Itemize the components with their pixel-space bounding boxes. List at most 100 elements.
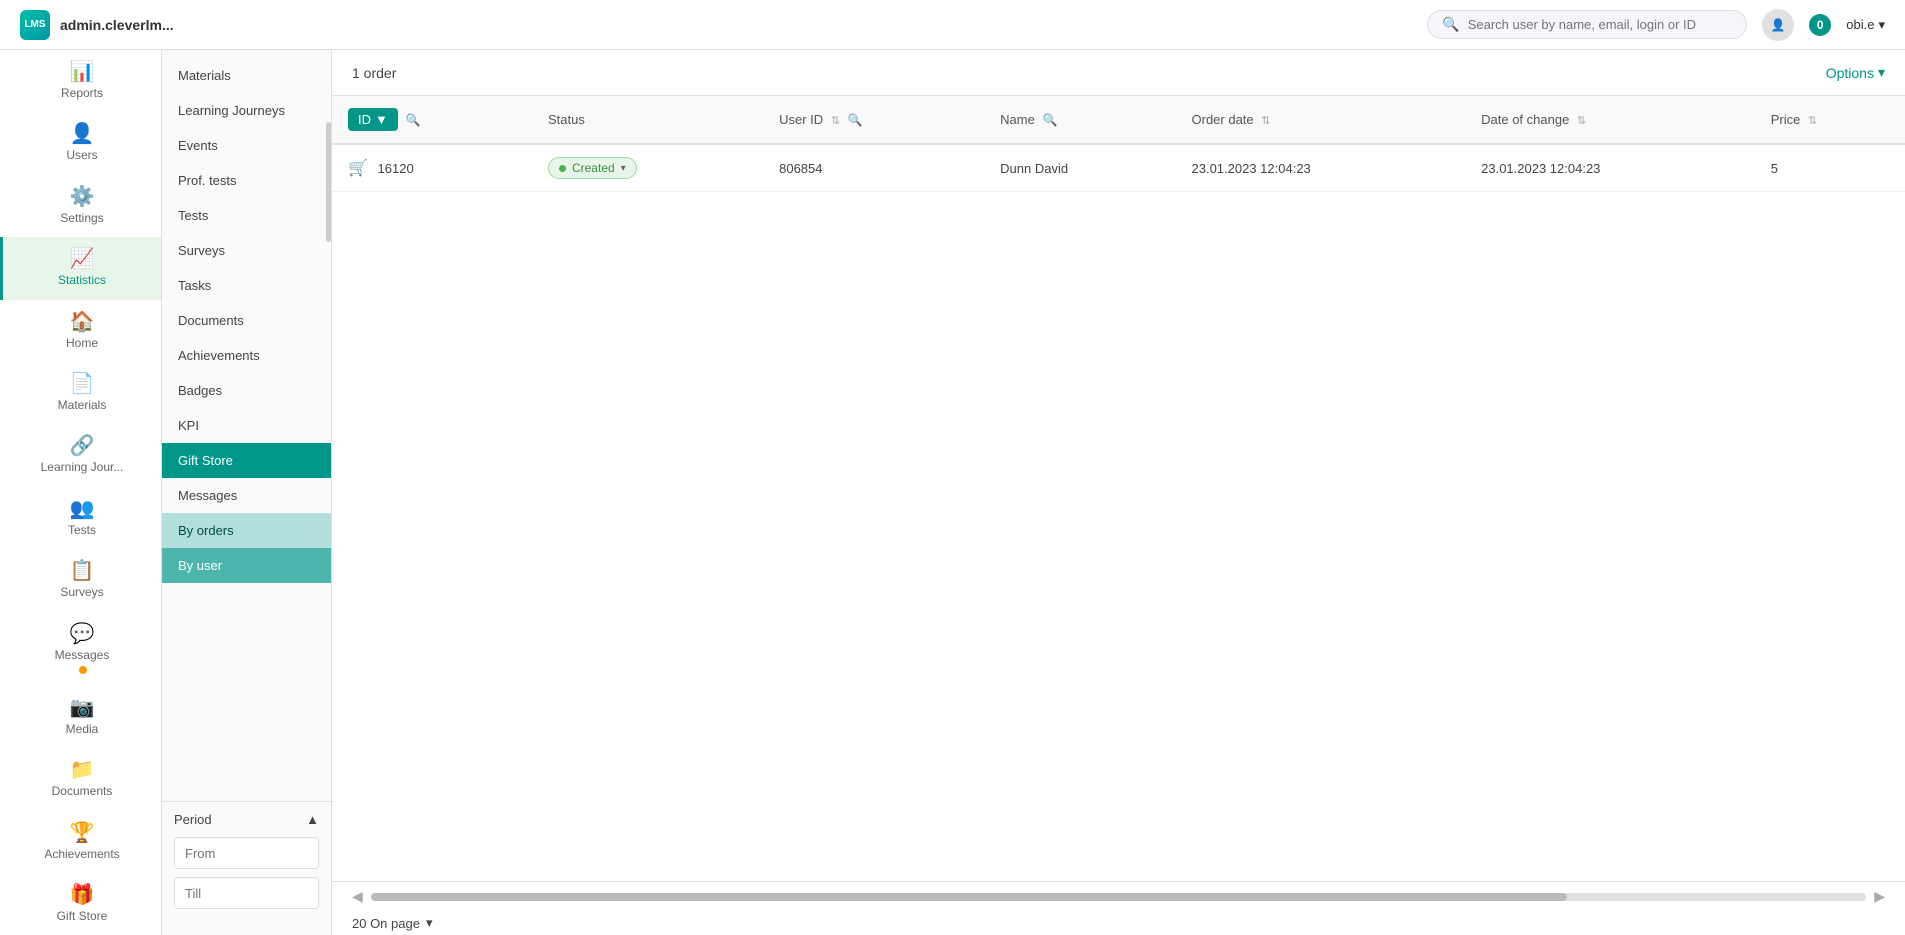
table-row: 🛒 16120 Created ▾ 806854 Dunn David 23.0… [332,144,1905,192]
sidebar-item-reports[interactable]: 📊 Reports [0,50,161,112]
secondary-item-learning-journeys[interactable]: Learning Journeys [162,93,331,128]
sidebar-item-messages[interactable]: 💬 Messages [0,612,161,686]
secondary-item-tasks[interactable]: Tasks [162,268,331,303]
date-change-sort-icon[interactable]: ⇅ [1577,115,1586,127]
home-icon: 🏠 [70,312,95,332]
scrollbar-row: ◀ ▶ [332,882,1905,911]
id-search-icon[interactable]: 🔍 [406,113,421,127]
sidebar-label-tests: Tests [68,523,96,537]
achievements-icon: 🏆 [70,823,95,843]
lms-logo: LMS [20,10,50,40]
cell-status: Created ▾ [532,144,763,192]
scroll-right-icon[interactable]: ▶ [1874,888,1885,905]
sidebar-item-statistics[interactable]: 📈 Statistics [0,237,161,299]
orders-table: ID ▼ 🔍 Status User ID ⇅ 🔍 Name 🔍 [332,96,1905,192]
sidebar: 📊 Reports 👤 Users ⚙️ Settings 📈 Statisti… [0,50,162,935]
column-status: Status [532,96,763,144]
per-page-selector[interactable]: 20 On page ▾ [352,915,432,931]
period-section: Period ▲ 📅 📅 [162,801,331,927]
search-icon: 🔍 [1442,16,1459,33]
column-name[interactable]: Name 🔍 [984,96,1175,144]
per-page-label: 20 On page [352,916,420,931]
sidebar-item-documents[interactable]: 📁 Documents [0,748,161,810]
price-sort-icon[interactable]: ⇅ [1808,115,1817,127]
chevron-down-icon: ▾ [1878,17,1885,33]
user-id-search-icon[interactable]: 🔍 [848,113,863,127]
documents-icon: 📁 [70,760,95,780]
period-header[interactable]: Period ▲ [174,812,319,827]
sidebar-item-users[interactable]: 👤 Users [0,112,161,174]
secondary-item-documents[interactable]: Documents [162,303,331,338]
content-header: 1 order Options ▾ [332,50,1905,96]
sidebar-item-materials[interactable]: 📄 Materials [0,362,161,424]
secondary-item-prof-tests[interactable]: Prof. tests [162,163,331,198]
search-input[interactable] [1468,17,1733,32]
sidebar-label-statistics: Statistics [58,273,106,287]
cell-name: Dunn David [984,144,1175,192]
column-user-id[interactable]: User ID ⇅ 🔍 [763,96,984,144]
order-date-sort-icon[interactable]: ⇅ [1261,115,1270,127]
sidebar-item-tests[interactable]: 👥 Tests [0,487,161,549]
status-badge[interactable]: Created ▾ [548,157,637,179]
till-date-input[interactable] [185,886,332,901]
status-chevron-icon[interactable]: ▾ [621,163,626,174]
column-order-date[interactable]: Order date ⇅ [1176,96,1466,144]
from-date-input[interactable] [185,846,332,861]
sub-item-by-user[interactable]: By user [162,548,331,583]
cart-icon: 🛒 [348,160,368,177]
main-content: 1 order Options ▾ ID ▼ 🔍 Sta [332,50,1905,935]
per-page-chevron-icon: ▾ [426,915,433,931]
sidebar-item-settings[interactable]: ⚙️ Settings [0,175,161,237]
user-notification-badge: 0 [1809,14,1831,36]
gift-store-icon: 🎁 [70,885,95,905]
secondary-item-kpi[interactable]: KPI [162,408,331,443]
sidebar-label-documents: Documents [52,784,113,798]
user-name-dropdown[interactable]: obi.e ▾ [1846,17,1885,33]
secondary-item-tests[interactable]: Tests [162,198,331,233]
till-date-input-container[interactable]: 📅 [174,877,319,909]
tests-icon: 👥 [70,499,95,519]
options-button[interactable]: Options ▾ [1826,64,1885,81]
cell-date-of-change: 23.01.2023 12:04:23 [1465,144,1755,192]
bottom-bar: ◀ ▶ 20 On page ▾ [332,881,1905,935]
sidebar-item-learning-journeys[interactable]: 🔗 Learning Jour... [0,424,161,486]
sort-arrow-icon: ▼ [375,112,388,127]
sidebar-item-media[interactable]: 📷 Media [0,686,161,748]
secondary-item-events[interactable]: Events [162,128,331,163]
from-date-input-container[interactable]: 📅 [174,837,319,869]
sidebar-item-surveys[interactable]: 📋 Surveys [0,549,161,611]
materials-icon: 📄 [70,374,95,394]
sub-item-by-orders[interactable]: By orders [162,513,331,548]
secondary-item-gift-store[interactable]: Gift Store [162,443,331,478]
sidebar-item-home[interactable]: 🏠 Home [0,300,161,362]
column-price[interactable]: Price ⇅ [1755,96,1905,144]
search-bar[interactable]: 🔍 [1427,10,1747,39]
table-header-row: ID ▼ 🔍 Status User ID ⇅ 🔍 Name 🔍 [332,96,1905,144]
secondary-item-achievements[interactable]: Achievements [162,338,331,373]
table-container: ID ▼ 🔍 Status User ID ⇅ 🔍 Name 🔍 [332,96,1905,881]
main-layout: 📊 Reports 👤 Users ⚙️ Settings 📈 Statisti… [0,50,1905,935]
order-id-value: 16120 [378,161,414,176]
secondary-item-materials[interactable]: Materials [162,58,331,93]
sidebar-scrollbar[interactable] [326,122,331,242]
secondary-item-messages[interactable]: Messages [162,478,331,513]
sidebar-label-settings: Settings [60,211,103,225]
column-date-of-change[interactable]: Date of change ⇅ [1465,96,1755,144]
column-id[interactable]: ID ▼ 🔍 [332,96,532,144]
sidebar-item-gift-store[interactable]: 🎁 Gift Store [0,873,161,935]
secondary-item-surveys[interactable]: Surveys [162,233,331,268]
period-collapse-icon: ▲ [306,812,319,827]
sidebar-label-achievements: Achievements [44,847,119,861]
horizontal-scrollbar[interactable] [371,893,1866,901]
topbar: LMS admin.cleverlm... 🔍 👤 0 obi.e ▾ [0,0,1905,50]
settings-icon: ⚙️ [70,187,95,207]
users-icon: 👤 [70,124,95,144]
user-id-sort-icon[interactable]: ⇅ [831,115,840,127]
surveys-icon: 📋 [70,561,95,581]
scroll-left-icon[interactable]: ◀ [352,888,363,905]
secondary-item-badges[interactable]: Badges [162,373,331,408]
media-icon: 📷 [70,698,95,718]
sidebar-item-achievements[interactable]: 🏆 Achievements [0,811,161,873]
name-search-icon[interactable]: 🔍 [1042,113,1057,127]
id-sort-button[interactable]: ID ▼ [348,108,398,131]
